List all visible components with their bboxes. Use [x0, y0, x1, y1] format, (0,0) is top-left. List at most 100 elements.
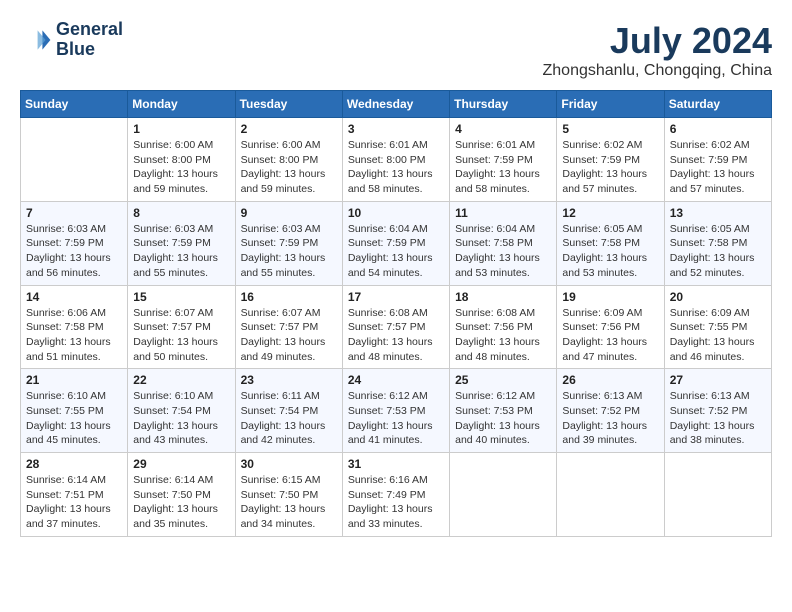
calendar-cell: 19 Sunrise: 6:09 AMSunset: 7:56 PMDayligh…	[557, 285, 664, 369]
weekday-header-row: SundayMondayTuesdayWednesdayThursdayFrid…	[21, 91, 772, 118]
day-info: Sunrise: 6:16 AMSunset: 7:49 PMDaylight:…	[348, 473, 444, 532]
calendar-cell: 20 Sunrise: 6:09 AMSunset: 7:55 PMDayligh…	[664, 285, 771, 369]
weekday-header-saturday: Saturday	[664, 91, 771, 118]
day-info: Sunrise: 6:00 AMSunset: 8:00 PMDaylight:…	[133, 138, 229, 197]
calendar-cell: 8 Sunrise: 6:03 AMSunset: 7:59 PMDaylight…	[128, 201, 235, 285]
calendar-cell: 28 Sunrise: 6:14 AMSunset: 7:51 PMDayligh…	[21, 453, 128, 537]
calendar-cell: 12Sunrise: 6:05 AMSunset: 7:58 PMDayligh…	[557, 201, 664, 285]
day-info: Sunrise: 6:07 AMSunset: 7:57 PMDaylight:…	[133, 306, 229, 365]
day-info: Sunrise: 6:01 AMSunset: 7:59 PMDaylight:…	[455, 138, 551, 197]
day-number: 28	[26, 457, 122, 471]
calendar-cell: 22Sunrise: 6:10 AMSunset: 7:54 PMDayligh…	[128, 369, 235, 453]
day-info: Sunrise: 6:06 AMSunset: 7:58 PMDaylight:…	[26, 306, 122, 365]
weekday-header-sunday: Sunday	[21, 91, 128, 118]
day-number: 11	[455, 206, 551, 220]
calendar-cell	[21, 118, 128, 202]
day-number: 25	[455, 373, 551, 387]
weekday-header-wednesday: Wednesday	[342, 91, 449, 118]
logo-icon	[20, 24, 52, 56]
day-info: Sunrise: 6:10 AMSunset: 7:55 PMDaylight:…	[26, 389, 122, 448]
day-number: 10	[348, 206, 444, 220]
calendar-cell: 11 Sunrise: 6:04 AMSunset: 7:58 PMDayligh…	[450, 201, 557, 285]
day-number: 29	[133, 457, 229, 471]
day-number: 26	[562, 373, 658, 387]
day-info: Sunrise: 6:08 AMSunset: 7:56 PMDaylight:…	[455, 306, 551, 365]
day-info: Sunrise: 6:07 AMSunset: 7:57 PMDaylight:…	[241, 306, 337, 365]
day-number: 15	[133, 290, 229, 304]
day-number: 9	[241, 206, 337, 220]
day-number: 31	[348, 457, 444, 471]
day-number: 1	[133, 122, 229, 136]
week-row-2: 7 Sunrise: 6:03 AMSunset: 7:59 PMDaylight…	[21, 201, 772, 285]
calendar-cell: 7Sunrise: 6:03 AMSunset: 7:59 PMDaylight…	[21, 201, 128, 285]
day-info: Sunrise: 6:14 AMSunset: 7:51 PMDaylight:…	[26, 473, 122, 532]
day-number: 6	[670, 122, 766, 136]
day-number: 23	[241, 373, 337, 387]
day-info: Sunrise: 6:13 AMSunset: 7:52 PMDaylight:…	[562, 389, 658, 448]
calendar-cell: 26 Sunrise: 6:13 AMSunset: 7:52 PMDayligh…	[557, 369, 664, 453]
weekday-header-thursday: Thursday	[450, 91, 557, 118]
calendar-cell: 30Sunrise: 6:15 AMSunset: 7:50 PMDayligh…	[235, 453, 342, 537]
day-info: Sunrise: 6:01 AMSunset: 8:00 PMDaylight:…	[348, 138, 444, 197]
calendar-cell: 1 Sunrise: 6:00 AMSunset: 8:00 PMDaylight…	[128, 118, 235, 202]
week-row-4: 21 Sunrise: 6:10 AMSunset: 7:55 PMDayligh…	[21, 369, 772, 453]
day-number: 18	[455, 290, 551, 304]
day-number: 4	[455, 122, 551, 136]
calendar-cell: 23 Sunrise: 6:11 AMSunset: 7:54 PMDayligh…	[235, 369, 342, 453]
day-number: 20	[670, 290, 766, 304]
weekday-header-friday: Friday	[557, 91, 664, 118]
week-row-3: 14 Sunrise: 6:06 AMSunset: 7:58 PMDayligh…	[21, 285, 772, 369]
calendar-cell: 2 Sunrise: 6:00 AMSunset: 8:00 PMDaylight…	[235, 118, 342, 202]
day-info: Sunrise: 6:09 AMSunset: 7:56 PMDaylight:…	[562, 306, 658, 365]
day-info: Sunrise: 6:08 AMSunset: 7:57 PMDaylight:…	[348, 306, 444, 365]
day-info: Sunrise: 6:05 AMSunset: 7:58 PMDaylight:…	[670, 222, 766, 281]
day-info: Sunrise: 6:12 AMSunset: 7:53 PMDaylight:…	[348, 389, 444, 448]
day-info: Sunrise: 6:11 AMSunset: 7:54 PMDaylight:…	[241, 389, 337, 448]
calendar-cell: 31 Sunrise: 6:16 AMSunset: 7:49 PMDayligh…	[342, 453, 449, 537]
calendar-cell: 17 Sunrise: 6:08 AMSunset: 7:57 PMDayligh…	[342, 285, 449, 369]
day-info: Sunrise: 6:03 AMSunset: 7:59 PMDaylight:…	[241, 222, 337, 281]
day-number: 24	[348, 373, 444, 387]
day-number: 8	[133, 206, 229, 220]
day-number: 13	[670, 206, 766, 220]
weekday-header-tuesday: Tuesday	[235, 91, 342, 118]
calendar-cell: 15 Sunrise: 6:07 AMSunset: 7:57 PMDayligh…	[128, 285, 235, 369]
day-info: Sunrise: 6:03 AMSunset: 7:59 PMDaylight:…	[133, 222, 229, 281]
calendar-cell: 4 Sunrise: 6:01 AMSunset: 7:59 PMDaylight…	[450, 118, 557, 202]
calendar-table: SundayMondayTuesdayWednesdayThursdayFrid…	[20, 90, 772, 537]
calendar-cell: 25 Sunrise: 6:12 AMSunset: 7:53 PMDayligh…	[450, 369, 557, 453]
calendar-cell: 6 Sunrise: 6:02 AMSunset: 7:59 PMDaylight…	[664, 118, 771, 202]
day-info: Sunrise: 6:02 AMSunset: 7:59 PMDaylight:…	[562, 138, 658, 197]
title-block: July 2024 Zhongshanlu, Chongqing, China	[543, 20, 773, 80]
day-info: Sunrise: 6:05 AMSunset: 7:58 PMDaylight:…	[562, 222, 658, 281]
calendar-cell: 5 Sunrise: 6:02 AMSunset: 7:59 PMDaylight…	[557, 118, 664, 202]
day-info: Sunrise: 6:00 AMSunset: 8:00 PMDaylight:…	[241, 138, 337, 197]
week-row-5: 28 Sunrise: 6:14 AMSunset: 7:51 PMDayligh…	[21, 453, 772, 537]
calendar-cell: 10Sunrise: 6:04 AMSunset: 7:59 PMDayligh…	[342, 201, 449, 285]
day-info: Sunrise: 6:04 AMSunset: 7:58 PMDaylight:…	[455, 222, 551, 281]
day-info: Sunrise: 6:12 AMSunset: 7:53 PMDaylight:…	[455, 389, 551, 448]
calendar-cell	[557, 453, 664, 537]
calendar-cell: 3 Sunrise: 6:01 AMSunset: 8:00 PMDaylight…	[342, 118, 449, 202]
day-number: 21	[26, 373, 122, 387]
location: Zhongshanlu, Chongqing, China	[543, 62, 773, 80]
day-number: 19	[562, 290, 658, 304]
page-header: General Blue July 2024 Zhongshanlu, Chon…	[20, 20, 772, 80]
calendar-cell: 27Sunrise: 6:13 AMSunset: 7:52 PMDayligh…	[664, 369, 771, 453]
day-info: Sunrise: 6:02 AMSunset: 7:59 PMDaylight:…	[670, 138, 766, 197]
calendar-cell: 18 Sunrise: 6:08 AMSunset: 7:56 PMDayligh…	[450, 285, 557, 369]
day-info: Sunrise: 6:09 AMSunset: 7:55 PMDaylight:…	[670, 306, 766, 365]
calendar-cell: 16 Sunrise: 6:07 AMSunset: 7:57 PMDayligh…	[235, 285, 342, 369]
month-title: July 2024	[543, 20, 773, 62]
day-number: 17	[348, 290, 444, 304]
day-number: 7	[26, 206, 122, 220]
calendar-cell	[450, 453, 557, 537]
day-number: 2	[241, 122, 337, 136]
day-number: 16	[241, 290, 337, 304]
calendar-cell: 29Sunrise: 6:14 AMSunset: 7:50 PMDayligh…	[128, 453, 235, 537]
day-number: 3	[348, 122, 444, 136]
logo: General Blue	[20, 20, 123, 60]
day-number: 5	[562, 122, 658, 136]
day-number: 14	[26, 290, 122, 304]
day-number: 27	[670, 373, 766, 387]
